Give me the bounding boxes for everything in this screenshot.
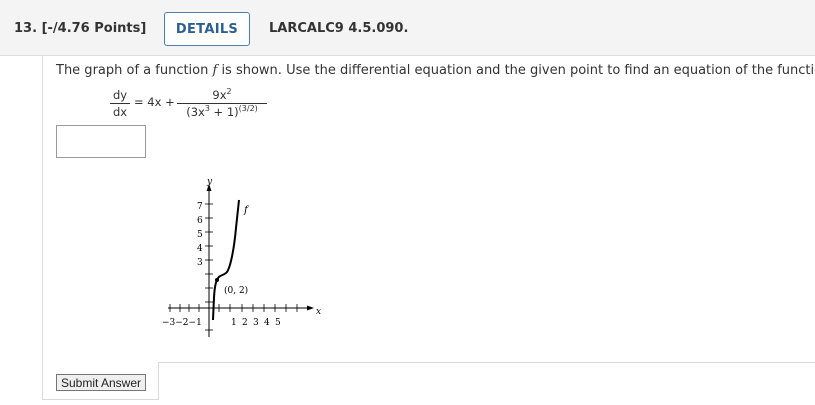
dy: dy [112,88,128,102]
curve-label: f [243,205,250,216]
points: [-/4.76 Points] [41,21,147,36]
function-curve [212,199,240,321]
dx: dx [112,105,128,119]
question-number-and-points: 13. [-/4.76 Points] [14,21,146,36]
problem-code: LARCALC9 4.5.090. [269,21,409,36]
y-tick-4: 4 [197,244,203,254]
x-tick-4: 4 [264,318,270,328]
x-tick-2: 2 [242,318,248,328]
x-tick-3: 3 [253,318,259,328]
prompt-text-2: is shown. Use the differential equation … [217,63,815,78]
y-axis-label: y [206,177,213,187]
equals-term: = 4x + [134,95,175,109]
answer-input[interactable] [56,125,146,158]
function-graph: y 7 6 5 4 3 x −3−2−1 1 2 3 4 5 f (0, 2) [160,172,330,342]
question-number: 13. [14,21,38,36]
x-axis-arrow [307,305,314,311]
rhs-fraction: 9x2 (3x3 + 1)(3/2) [177,88,267,119]
rhs-numerator: 9x2 [212,87,232,102]
rhs-denominator: (3x3 + 1)(3/2) [186,104,258,119]
panel-divider [158,362,815,363]
given-point [215,278,219,282]
details-button[interactable]: DETAILS [164,12,250,46]
submit-answer-button[interactable]: Submit Answer [56,374,146,391]
y-tick-7: 7 [197,202,203,212]
y-tick-5: 5 [197,230,203,240]
y-tick-6: 6 [197,216,203,226]
question-header: 13. [-/4.76 Points] DETAILS LARCALC9 4.5… [0,0,815,56]
x-tick-1: 1 [231,318,237,328]
point-label: (0, 2) [224,285,248,296]
x-tick-5: 5 [275,318,281,328]
prompt-text-1: The graph of a function [56,63,213,78]
problem-prompt: The graph of a function f is shown. Use … [56,63,815,78]
x-axis-label: x [316,307,321,317]
y-tick-3: 3 [197,258,203,268]
x-ticks-negative: −3−2−1 [162,318,202,328]
fraction-bar [110,103,130,104]
dy-dx-fraction: dy dx [110,88,130,119]
